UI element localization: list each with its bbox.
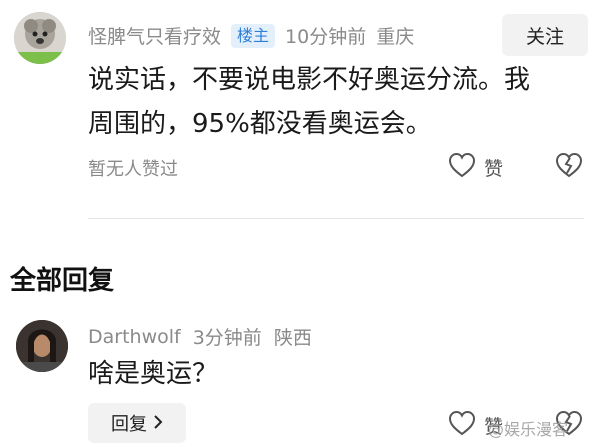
replies-section-title: 全部回复 — [10, 266, 115, 296]
follow-button[interactable]: 关注 — [502, 14, 588, 56]
reply-button[interactable]: 回复 — [88, 403, 186, 443]
op-badge: 楼主 — [231, 23, 276, 48]
post-like-button[interactable]: 赞 — [448, 152, 503, 182]
reply-button-label: 回复 — [111, 414, 147, 435]
reply-time: 3分钟前 — [192, 327, 262, 349]
heart-icon — [448, 152, 476, 182]
post-like-label: 赞 — [484, 157, 504, 180]
post-dislike-button[interactable] — [555, 152, 583, 182]
chevron-right-icon — [153, 413, 163, 434]
post-author-name[interactable]: 怪脾气只看疗效 — [88, 22, 221, 49]
reply-text: 啥是奥运？ — [88, 359, 219, 389]
watermark: @娱乐漫客 — [488, 420, 569, 439]
reply-location: 陕西 — [273, 327, 312, 349]
reply-author-avatar[interactable] — [16, 320, 68, 372]
reply-author-name[interactable]: Darthwolf — [88, 326, 181, 348]
post-divider — [88, 218, 584, 219]
broken-heart-icon — [555, 152, 583, 182]
post-location: 重庆 — [376, 26, 415, 48]
heart-icon — [448, 410, 476, 440]
post-author-avatar[interactable] — [14, 12, 66, 64]
post-text-line-2: 周围的，95%都没看奥运会。 — [88, 109, 432, 139]
post-text-line-1: 说实话，不要说电影不好奥运分流。我 — [88, 65, 531, 95]
post-time: 10分钟前 — [285, 26, 367, 48]
post-likes-summary: 暂无人赞过 — [88, 159, 178, 180]
